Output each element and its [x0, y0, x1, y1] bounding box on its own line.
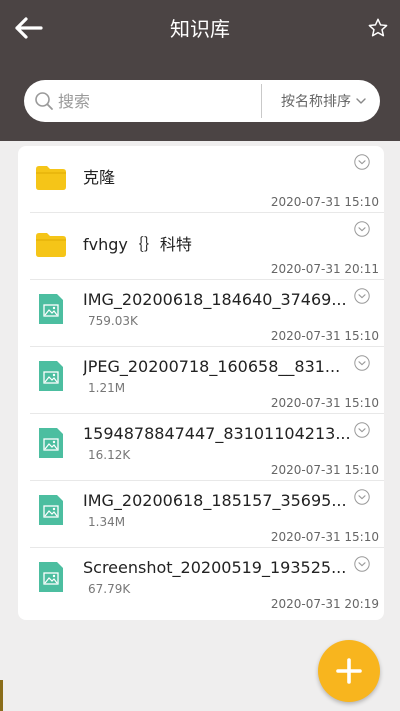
file-size: 16.12K	[88, 448, 131, 462]
file-size: 1.21M	[88, 381, 126, 395]
image-file-icon	[39, 428, 63, 458]
file-date: 2020-07-31 15:10	[270, 463, 379, 477]
folder-icon	[36, 166, 66, 190]
favorite-button[interactable]	[364, 14, 392, 42]
file-name: IMG_20200618_185157_35695...	[83, 491, 347, 510]
chevron-down-circle-icon[interactable]	[354, 489, 370, 505]
search-divider	[261, 84, 262, 118]
chevron-down-circle-icon[interactable]	[354, 422, 370, 438]
file-date: 2020-07-31 15:10	[270, 195, 379, 209]
list-item[interactable]: 克隆 2020-07-31 15:10	[18, 146, 384, 213]
file-date: 2020-07-31 15:10	[270, 329, 379, 343]
file-name: JPEG_20200718_160658__831...	[83, 357, 341, 376]
file-list: 克隆 2020-07-31 15:10 fvhgy｛｝科特 2020-07-31…	[18, 146, 384, 620]
app-header: 知识库 按名称排序	[0, 0, 400, 141]
search-bar: 按名称排序	[24, 80, 380, 122]
list-item[interactable]: 1594878847447_83101104213... 16.12K 2020…	[18, 414, 384, 481]
list-item[interactable]: JPEG_20200718_160658__831... 1.21M 2020-…	[18, 347, 384, 414]
file-date: 2020-07-31 20:11	[270, 262, 379, 276]
image-file-icon	[39, 495, 63, 525]
file-size: 67.79K	[88, 582, 131, 596]
chevron-down-circle-icon[interactable]	[354, 556, 370, 572]
chevron-down-circle-icon[interactable]	[354, 154, 370, 170]
edge-decoration	[0, 680, 3, 711]
list-item[interactable]: fvhgy｛｝科特 2020-07-31 20:11	[18, 213, 384, 280]
chevron-down-circle-icon[interactable]	[354, 221, 370, 237]
plus-icon	[336, 658, 362, 684]
search-input[interactable]	[58, 86, 268, 116]
image-file-icon	[39, 361, 63, 391]
image-file-icon	[39, 562, 63, 592]
file-size: 759.03K	[88, 314, 138, 328]
file-date: 2020-07-31 20:19	[270, 597, 379, 611]
folder-icon	[36, 233, 66, 257]
file-date: 2020-07-31 15:10	[270, 396, 379, 410]
chevron-down-circle-icon[interactable]	[354, 288, 370, 304]
chevron-down-icon	[356, 98, 366, 104]
sort-label: 按名称排序	[281, 94, 351, 110]
list-item[interactable]: Screenshot_20200519_193525... 67.79K 202…	[18, 548, 384, 615]
search-icon	[35, 92, 53, 110]
file-name: Screenshot_20200519_193525...	[83, 558, 347, 577]
file-date: 2020-07-31 15:10	[270, 530, 379, 544]
file-name: IMG_20200618_184640_37469...	[83, 290, 347, 309]
page-title: 知识库	[170, 17, 230, 41]
list-item[interactable]: IMG_20200618_184640_37469... 759.03K 202…	[18, 280, 384, 347]
file-name: fvhgy｛｝科特	[83, 235, 192, 254]
sort-dropdown[interactable]: 按名称排序	[268, 80, 380, 122]
star-outline-icon	[368, 18, 388, 37]
chevron-down-circle-icon[interactable]	[354, 355, 370, 371]
file-name: 1594878847447_83101104213...	[83, 424, 351, 443]
list-item[interactable]: IMG_20200618_185157_35695... 1.34M 2020-…	[18, 481, 384, 548]
file-size: 1.34M	[88, 515, 126, 529]
image-file-icon	[39, 294, 63, 324]
add-button[interactable]	[318, 640, 380, 702]
file-name: 克隆	[83, 168, 116, 187]
